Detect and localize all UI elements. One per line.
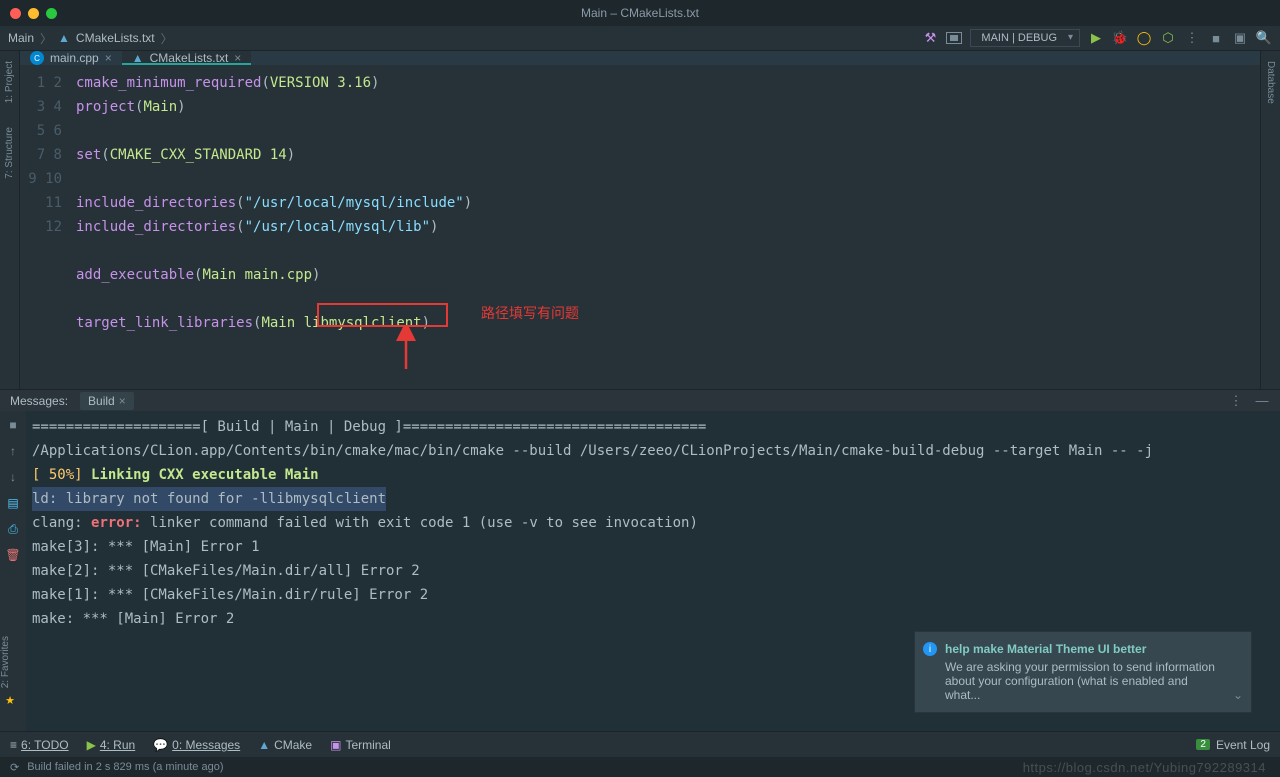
filter-icon[interactable]: ▤	[5, 495, 21, 511]
titlebar: Main – CMakeLists.txt	[0, 0, 1280, 26]
right-tool-rail: Database	[1260, 51, 1280, 389]
run-controls: ⚒ MAIN | DEBUG ▶ 🐞 ◯ ⬡ ⋮ ■ ▣ 🔍	[922, 29, 1272, 47]
run-config-select[interactable]: MAIN | DEBUG	[970, 29, 1080, 47]
annotation-arrow	[386, 327, 426, 371]
sync-icon[interactable]: ⟳	[10, 761, 19, 774]
export-icon[interactable]: ⎙	[5, 521, 21, 537]
stop-icon[interactable]: ■	[5, 417, 21, 433]
editor-area: C main.cpp × ▲ CMakeLists.txt × 1 2 3 4 …	[20, 51, 1260, 389]
left-tool-rail: 1: Project 7: Structure	[0, 51, 20, 389]
debug-icon[interactable]: 🐞	[1112, 30, 1128, 46]
navbar: Main 〉 ▲ CMakeLists.txt 〉 ⚒ MAIN | DEBUG…	[0, 26, 1280, 51]
terminal-tab[interactable]: ▣ Terminal	[330, 738, 391, 752]
attach-icon[interactable]: ⬡	[1160, 30, 1176, 46]
database-tool-button[interactable]: Database	[1265, 55, 1276, 110]
tab-cmakelists[interactable]: ▲ CMakeLists.txt ×	[122, 51, 252, 65]
stop-icon[interactable]: ■	[1208, 30, 1224, 46]
msg-line: make: *** [Main] Error 2	[32, 611, 234, 627]
breadcrumb: Main 〉 ▲ CMakeLists.txt 〉	[8, 30, 173, 47]
traffic-lights	[0, 8, 57, 19]
close-icon[interactable]: ×	[105, 51, 112, 65]
tab-main-cpp[interactable]: C main.cpp ×	[20, 51, 122, 65]
structure-tool-button[interactable]: 7: Structure	[4, 121, 15, 185]
project-tool-button[interactable]: 1: Project	[4, 55, 15, 109]
code-content[interactable]: cmake_minimum_required(VERSION 3.16) pro…	[76, 65, 1260, 431]
layout-icon[interactable]: ▣	[1232, 30, 1248, 46]
editor-body[interactable]: 1 2 3 4 5 6 7 8 9 10 11 12 cmake_minimum…	[20, 65, 1260, 431]
window-title: Main – CMakeLists.txt	[581, 6, 699, 20]
chevron-right-icon: 〉	[40, 30, 52, 47]
down-arrow-icon[interactable]: ↓	[5, 469, 21, 485]
notification-body: We are asking your permission to send in…	[945, 660, 1225, 702]
favorites-tool-button[interactable]: 2: Favorites	[0, 630, 11, 694]
messages-tab[interactable]: 💬 0: Messages	[153, 738, 240, 752]
event-log-button[interactable]: 2 Event Log	[1196, 738, 1270, 752]
cmake-file-icon: ▲	[58, 31, 70, 45]
annotation-text: 路径填写有问题	[481, 301, 579, 325]
tab-label: main.cpp	[50, 51, 99, 65]
trash-icon[interactable]: 🗑	[5, 547, 21, 563]
watermark: https://blog.csdn.net/Yubing792289314	[1023, 760, 1266, 775]
msg-line: make[1]: *** [CMakeFiles/Main.dir/rule] …	[32, 587, 428, 603]
tab-label: CMakeLists.txt	[150, 51, 229, 65]
profile-icon[interactable]: ◯	[1136, 30, 1152, 46]
todo-tab[interactable]: ≡ 6: TODO	[10, 738, 69, 752]
cmake-tab[interactable]: ▲ CMake	[258, 738, 312, 752]
status-text: Build failed in 2 s 829 ms (a minute ago…	[27, 761, 223, 773]
close-window-button[interactable]	[10, 8, 21, 19]
notification[interactable]: i help make Material Theme UI better We …	[914, 631, 1252, 713]
editor-tabs: C main.cpp × ▲ CMakeLists.txt ×	[20, 51, 1260, 65]
breadcrumb-file[interactable]: CMakeLists.txt	[76, 31, 155, 45]
event-count-badge: 2	[1196, 739, 1210, 750]
msg-line: make[2]: *** [CMakeFiles/Main.dir/all] E…	[32, 563, 420, 579]
more-icon[interactable]: ⋮	[1184, 30, 1200, 46]
config-box-icon[interactable]	[946, 30, 962, 46]
run-icon[interactable]: ▶	[1088, 30, 1104, 46]
search-icon[interactable]: 🔍	[1256, 30, 1272, 46]
chevron-down-icon[interactable]: ⌄	[1233, 688, 1243, 702]
build-icon[interactable]: ⚒	[922, 30, 938, 46]
up-arrow-icon[interactable]: ↑	[5, 443, 21, 459]
event-log-label: Event Log	[1216, 738, 1270, 752]
gutter: 1 2 3 4 5 6 7 8 9 10 11 12	[20, 65, 76, 431]
msg-line-highlight: ld: library not found for -llibmysqlclie…	[32, 487, 386, 511]
maximize-window-button[interactable]	[46, 8, 57, 19]
cpp-file-icon: C	[30, 51, 44, 65]
info-icon: i	[923, 642, 937, 656]
msg-line: make[3]: *** [Main] Error 1	[32, 539, 260, 555]
cmake-file-icon: ▲	[132, 51, 144, 65]
chevron-right-icon: 〉	[161, 30, 173, 47]
left-fav-rail: 2: Favorites ★	[0, 630, 20, 707]
breadcrumb-root[interactable]: Main	[8, 31, 34, 45]
run-tab[interactable]: ▶ 4: Run	[87, 738, 136, 752]
notification-title: help make Material Theme UI better	[945, 642, 1225, 656]
minimize-window-button[interactable]	[28, 8, 39, 19]
main-row: 1: Project 7: Structure C main.cpp × ▲ C…	[0, 51, 1280, 389]
msg-line: /Applications/CLion.app/Contents/bin/cma…	[32, 443, 1153, 459]
bottom-tabs: ≡ 6: TODO ▶ 4: Run 💬 0: Messages ▲ CMake…	[0, 731, 1280, 757]
close-icon[interactable]: ×	[234, 51, 241, 65]
star-icon[interactable]: ★	[0, 694, 20, 707]
